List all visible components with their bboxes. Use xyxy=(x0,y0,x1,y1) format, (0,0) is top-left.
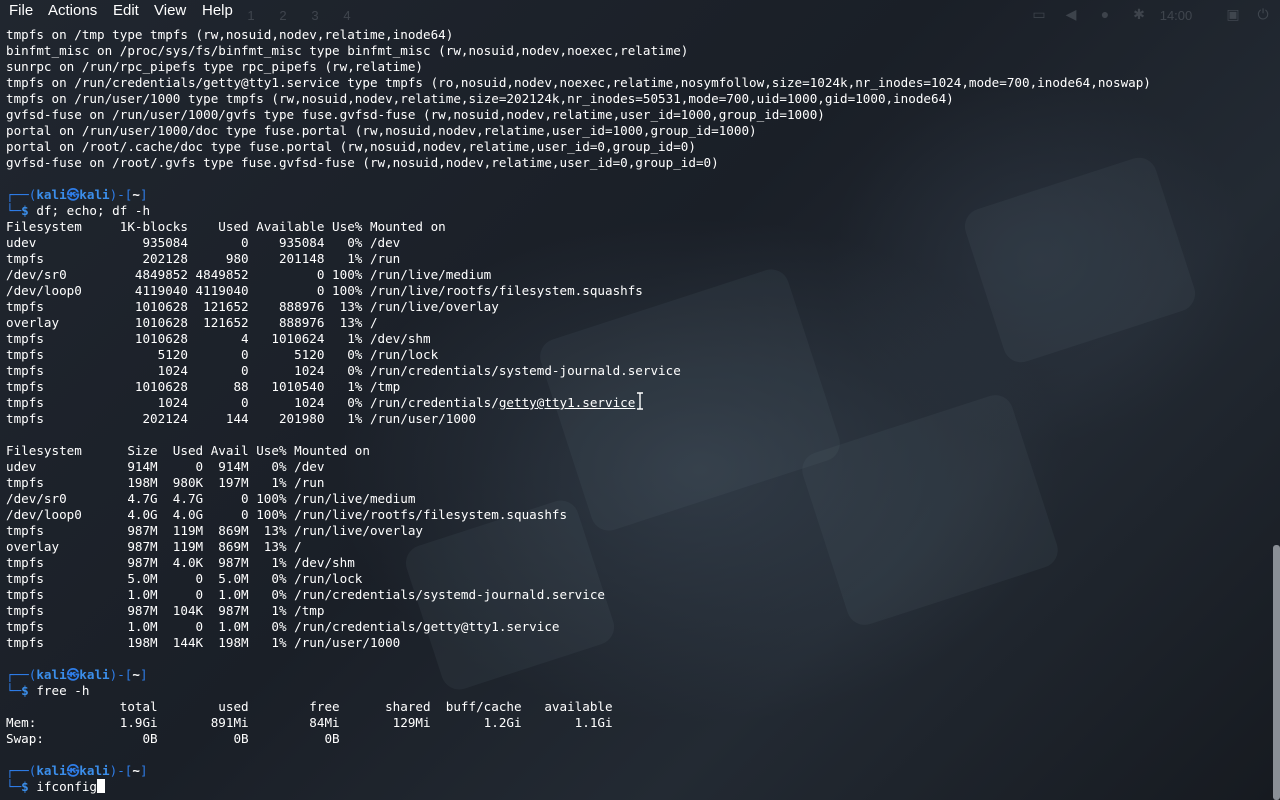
output-line: overlay 1010628 121652 888976 13% / xyxy=(6,315,378,330)
output-line: tmpfs 1.0M 0 1.0M 0% /run/credentials/ge… xyxy=(6,619,560,634)
output-line: binfmt_misc on /proc/sys/fs/binfmt_misc … xyxy=(6,43,689,58)
menu-file[interactable]: File xyxy=(9,2,33,19)
text-cursor xyxy=(97,779,106,793)
output-line: Swap: 0B 0B 0B xyxy=(6,731,340,746)
output-line: tmpfs 1010628 121652 888976 13% /run/liv… xyxy=(6,299,499,314)
output-line: tmpfs on /tmp type tmpfs (rw,nosuid,node… xyxy=(6,27,454,42)
command-text: df; echo; df -h xyxy=(36,203,151,218)
prompt-user: kali xyxy=(36,763,67,778)
command-line: └─$ free -h xyxy=(6,683,90,698)
output-line: tmpfs 5.0M 0 5.0M 0% /run/lock xyxy=(6,571,363,586)
output-line: total used free shared buff/cache availa… xyxy=(6,699,613,714)
output-line: /dev/sr0 4849852 4849852 0 100% /run/liv… xyxy=(6,267,492,282)
command-text: free -h xyxy=(36,683,90,698)
output-line: tmpfs 202124 144 201980 1% /run/user/100… xyxy=(6,411,477,426)
output-line: tmpfs 1024 0 1024 0% /run/credentials/sy… xyxy=(6,363,681,378)
output-line: tmpfs 202128 980 201148 1% /run xyxy=(6,251,401,266)
prompt-dir: ~ xyxy=(132,763,140,778)
output-line: /dev/loop0 4119040 4119040 0 100% /run/l… xyxy=(6,283,643,298)
command-line: └─$ df; echo; df -h xyxy=(6,203,151,218)
command-input[interactable]: ifconfig xyxy=(36,779,97,794)
output-line: Mem: 1.9Gi 891Mi 84Mi 129Mi 1.2Gi 1.1Gi xyxy=(6,715,613,730)
output-line: tmpfs 198M 144K 198M 1% /run/user/1000 xyxy=(6,635,401,650)
output-line: tmpfs 5120 0 5120 0% /run/lock xyxy=(6,347,439,362)
output-line: /dev/sr0 4.7G 4.7G 0 100% /run/live/medi… xyxy=(6,491,416,506)
prompt-dir: ~ xyxy=(132,667,140,682)
prompt-line: ┌──(kali㉿kali)-[~] xyxy=(6,763,148,778)
output-line: tmpfs 987M 4.0K 987M 1% /dev/shm xyxy=(6,555,355,570)
prompt-line: ┌──(kali㉿kali)-[~] xyxy=(6,187,148,202)
output-line: sunrpc on /run/rpc_pipefs type rpc_pipef… xyxy=(6,59,424,74)
output-line: Filesystem Size Used Avail Use% Mounted … xyxy=(6,443,370,458)
output-line: udev 935084 0 935084 0% /dev xyxy=(6,235,401,250)
prompt-user: kali xyxy=(36,187,67,202)
prompt-user: kali xyxy=(36,667,67,682)
terminal-menu-bar: File Actions Edit View Help xyxy=(0,0,1280,22)
output-line: tmpfs on /run/credentials/getty@tty1.ser… xyxy=(6,75,1151,90)
output-line: Filesystem 1K-blocks Used Available Use%… xyxy=(6,219,446,234)
menu-edit[interactable]: Edit xyxy=(113,2,139,19)
output-line: portal on /run/user/1000/doc type fuse.p… xyxy=(6,123,757,138)
prompt-host: kali xyxy=(79,187,110,202)
prompt-host: kali xyxy=(79,667,110,682)
output-line: tmpfs 987M 104K 987M 1% /tmp xyxy=(6,603,325,618)
output-line: gvfsd-fuse on /run/user/1000/gvfs type f… xyxy=(6,107,825,122)
output-line: tmpfs on /run/user/1000 type tmpfs (rw,n… xyxy=(6,91,954,106)
prompt-line: ┌──(kali㉿kali)-[~] xyxy=(6,667,148,682)
command-input-line[interactable]: └─$ ifconfig xyxy=(6,779,1268,795)
output-line: tmpfs 1010628 4 1010624 1% /dev/shm xyxy=(6,331,431,346)
output-line: tmpfs 987M 119M 869M 13% /run/live/overl… xyxy=(6,523,424,538)
output-line: udev 914M 0 914M 0% /dev xyxy=(6,459,325,474)
output-line: gvfsd-fuse on /root/.gvfs type fuse.gvfs… xyxy=(6,155,719,170)
terminal-output[interactable]: tmpfs on /tmp type tmpfs (rw,nosuid,node… xyxy=(6,27,1268,797)
output-text: tmpfs 1024 0 1024 0% /run/credentials/ xyxy=(6,395,499,410)
hovered-link[interactable]: getty@tty1.service xyxy=(499,395,635,410)
output-line: overlay 987M 119M 869M 13% / xyxy=(6,539,302,554)
ibeam-cursor-icon xyxy=(637,392,643,410)
menu-view[interactable]: View xyxy=(154,2,186,19)
menu-help[interactable]: Help xyxy=(202,2,233,19)
terminal-scrollbar[interactable] xyxy=(1273,545,1280,800)
prompt-dir: ~ xyxy=(132,187,140,202)
menu-actions[interactable]: Actions xyxy=(48,2,97,19)
prompt-host: kali xyxy=(79,763,110,778)
output-line: /dev/loop0 4.0G 4.0G 0 100% /run/live/ro… xyxy=(6,507,568,522)
output-line: portal on /root/.cache/doc type fuse.por… xyxy=(6,139,696,154)
output-line: tmpfs 1.0M 0 1.0M 0% /run/credentials/sy… xyxy=(6,587,605,602)
output-line: tmpfs 198M 980K 197M 1% /run xyxy=(6,475,325,490)
